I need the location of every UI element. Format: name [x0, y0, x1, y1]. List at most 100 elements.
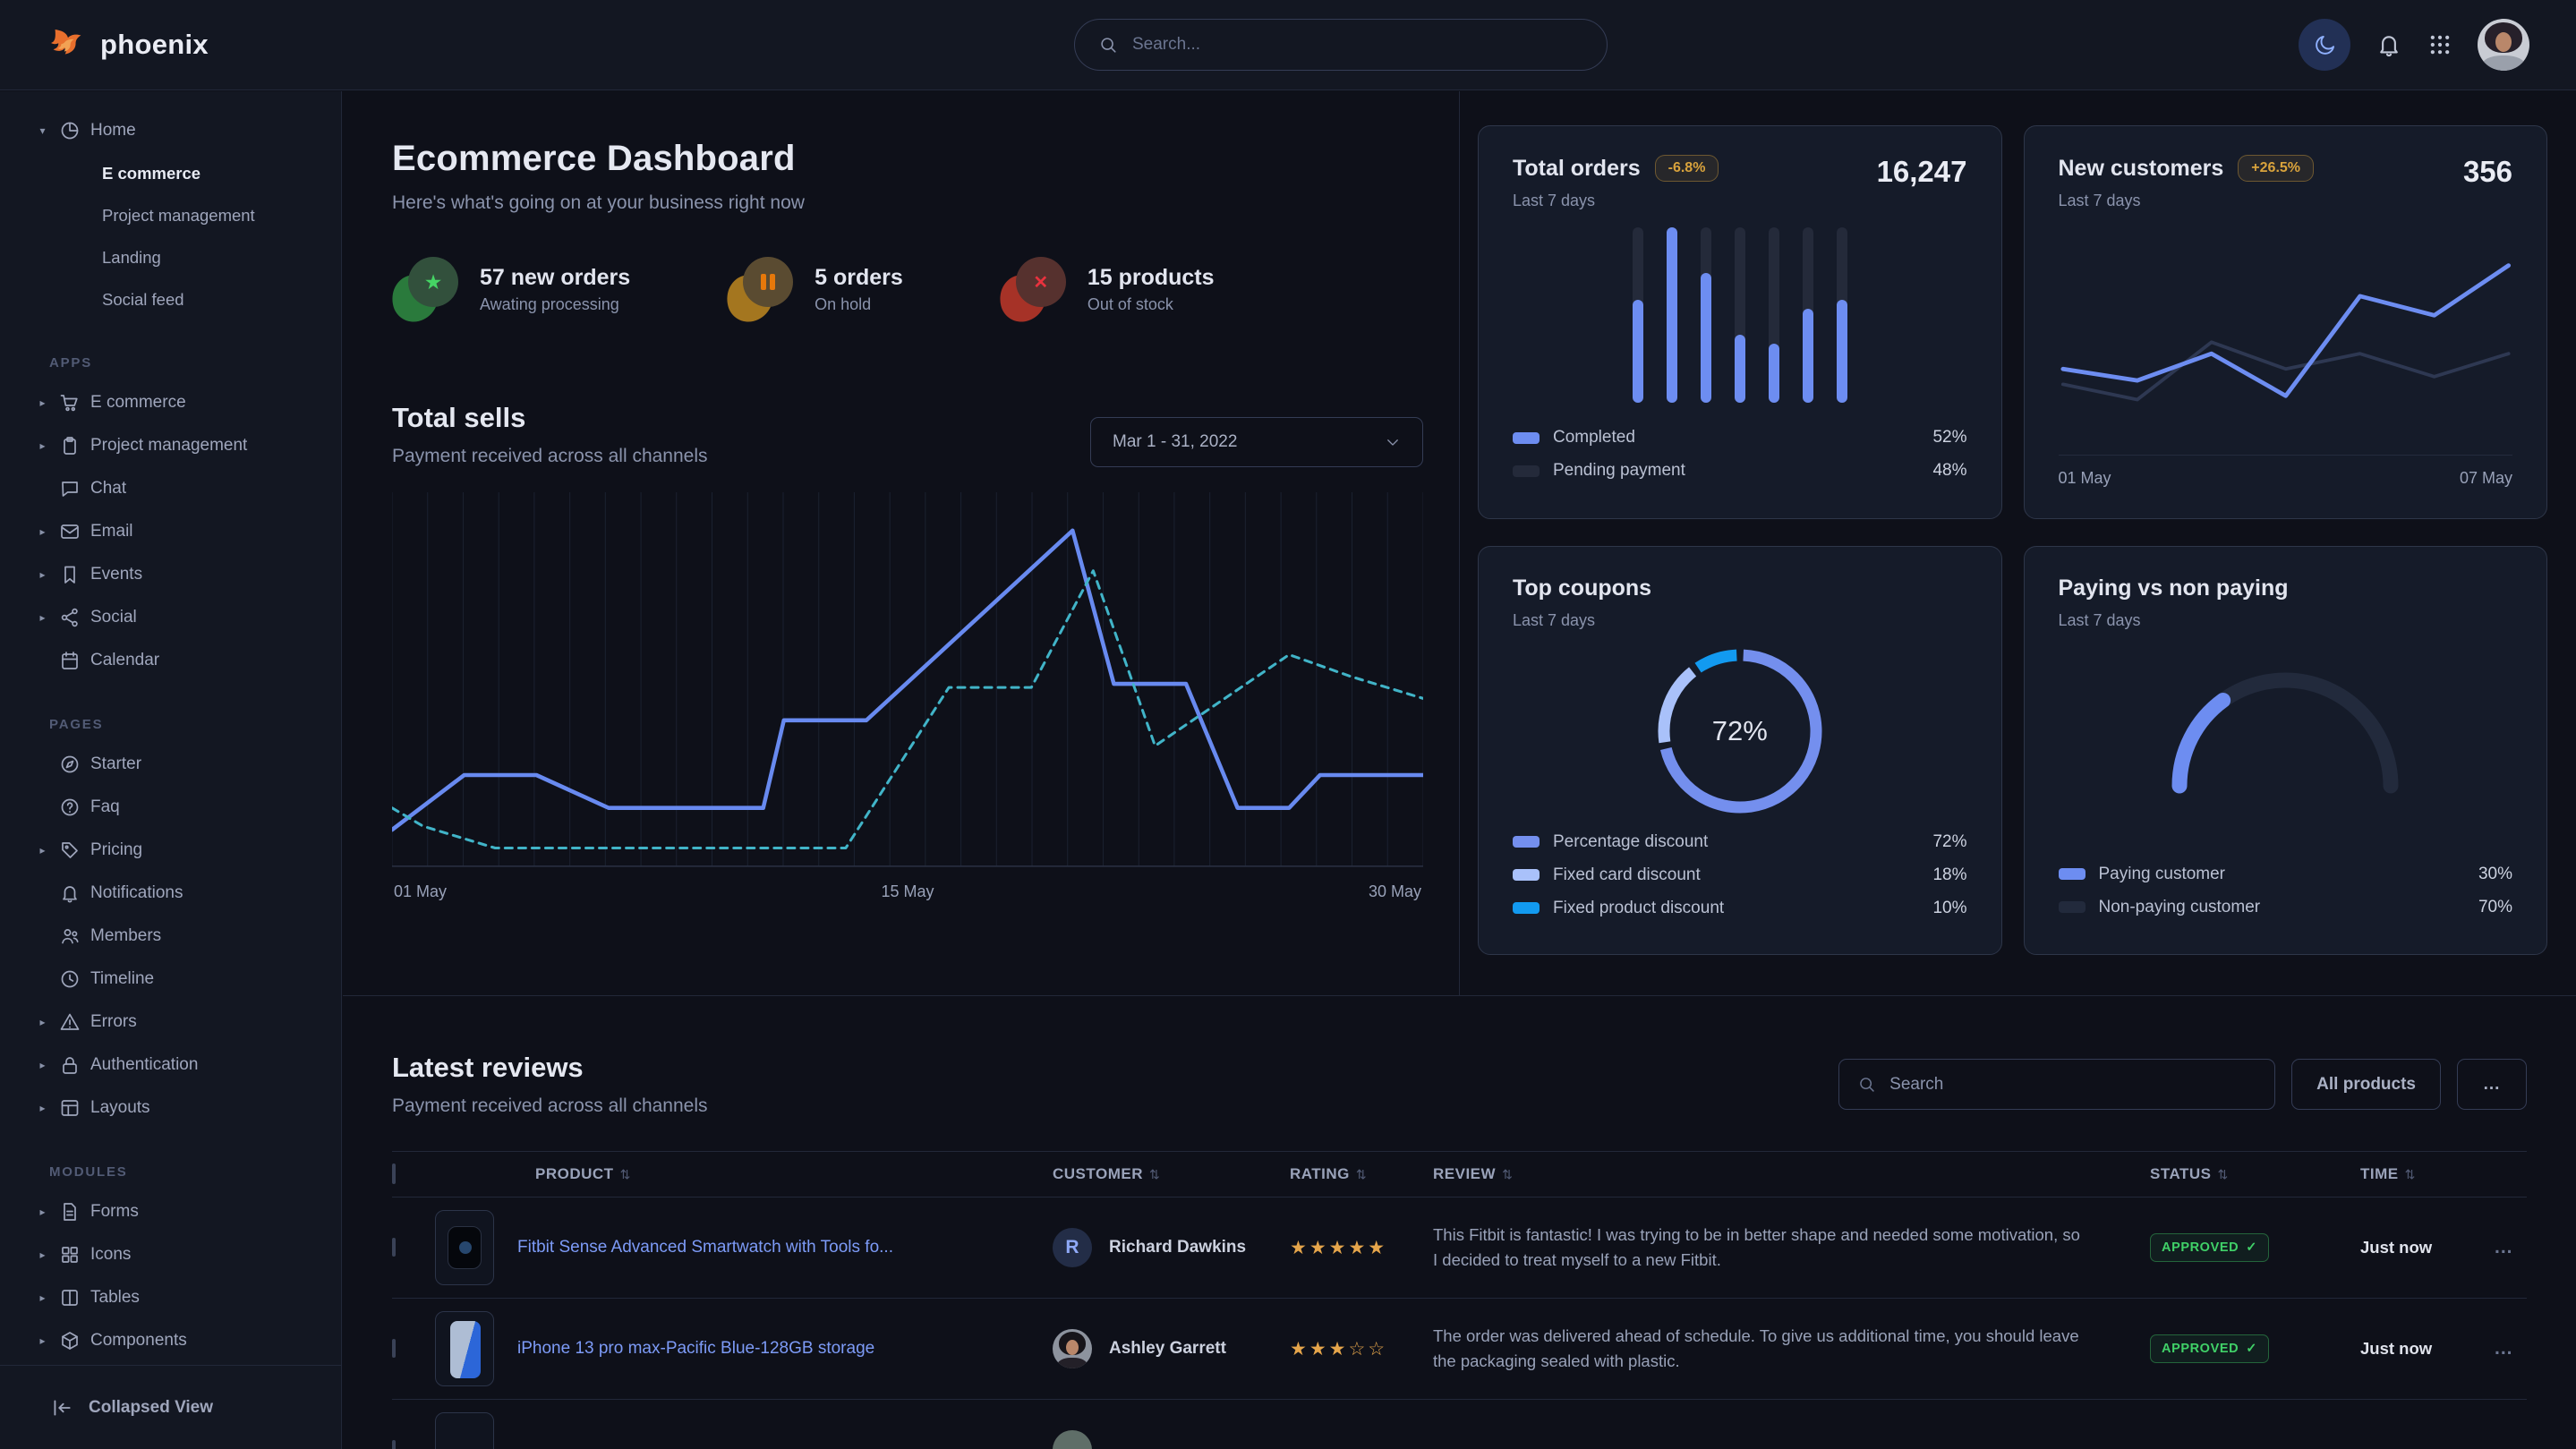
- customer-name: Richard Dawkins: [1109, 1238, 1246, 1257]
- sidebar-item-label: E commerce: [90, 393, 186, 413]
- reviews-controls: All products ...: [1838, 1059, 2527, 1110]
- sidebar-item-label: Home: [90, 121, 136, 141]
- sidebar-item-label: Pricing: [90, 840, 142, 860]
- sidebar-subitem-social-feed[interactable]: Social feed: [0, 278, 341, 320]
- select-all-checkbox[interactable]: [392, 1163, 396, 1184]
- row-more-button[interactable]: ...: [2495, 1338, 2527, 1360]
- legend-value: 30%: [2478, 865, 2512, 884]
- row-more-button[interactable]: ...: [2495, 1237, 2527, 1258]
- sidebar-item-calendar[interactable]: Calendar: [0, 639, 341, 682]
- avatar: [1053, 1329, 1092, 1368]
- row-checkbox[interactable]: [392, 1440, 396, 1449]
- pie-icon: [59, 120, 81, 141]
- status-badge: APPROVED ✓: [2150, 1233, 2269, 1262]
- collapsed-view-label: Collapsed View: [89, 1398, 213, 1418]
- reviews-more-button[interactable]: ...: [2457, 1059, 2527, 1110]
- theme-toggle-button[interactable]: [2299, 19, 2350, 71]
- total-orders-card: Total orders -6.8% Last 7 days 16,247: [1478, 125, 2002, 519]
- sidebar-item-project-management[interactable]: ▸ Project management: [0, 424, 341, 467]
- sidebar-item-icons[interactable]: ▸ Icons: [0, 1233, 341, 1276]
- column-header-rating[interactable]: RATING⇅: [1290, 1165, 1433, 1183]
- sidebar-subitem-e-commerce[interactable]: E commerce: [0, 152, 341, 194]
- sidebar-subitem-landing[interactable]: Landing: [0, 236, 341, 278]
- avatar: R: [1053, 1228, 1092, 1267]
- share-icon: [59, 607, 81, 628]
- column-header-time[interactable]: TIME⇅: [2360, 1165, 2495, 1183]
- orders-bar-chart: [1513, 219, 1967, 403]
- donut-center-label: 72%: [1651, 643, 1829, 820]
- sidebar-item-notifications[interactable]: Notifications: [0, 872, 341, 915]
- row-checkbox[interactable]: [392, 1339, 396, 1358]
- sidebar-item-layouts[interactable]: ▸ Layouts: [0, 1087, 341, 1129]
- phoenix-flame-icon: [49, 26, 87, 64]
- sidebar-item-starter[interactable]: Starter: [0, 743, 341, 786]
- search-input[interactable]: [1130, 34, 1583, 55]
- collapsed-view-toggle[interactable]: Collapsed View: [0, 1365, 341, 1449]
- column-header-product[interactable]: PRODUCT⇅: [435, 1165, 1053, 1183]
- page-title: Ecommerce Dashboard: [392, 139, 1423, 179]
- sidebar-item-members[interactable]: Members: [0, 915, 341, 958]
- sidebar-item-components[interactable]: ▸ Components: [0, 1319, 341, 1362]
- column-header-review[interactable]: REVIEW⇅: [1433, 1165, 2150, 1183]
- legend-label: Fixed card discount: [1553, 865, 1919, 885]
- lock-icon: [59, 1054, 81, 1076]
- row-checkbox[interactable]: [392, 1238, 396, 1257]
- legend-label: Completed: [1553, 428, 1919, 447]
- sidebar-item-tables[interactable]: ▸ Tables: [0, 1276, 341, 1319]
- sidebar-item-timeline[interactable]: Timeline: [0, 958, 341, 1001]
- bar-track: [1837, 227, 1847, 403]
- new-customers-card: New customers +26.5% Last 7 days 356 01 …: [2024, 125, 2548, 519]
- product-link[interactable]: Fitbit Sense Advanced Smartwatch with To…: [517, 1238, 893, 1257]
- sidebar-item-label: Email: [90, 522, 133, 541]
- quick-stat-hold: 5 orders On hold: [727, 257, 903, 321]
- column-header-customer[interactable]: CUSTOMER⇅: [1053, 1165, 1290, 1183]
- sidebar-item-errors[interactable]: ▸ Errors: [0, 1001, 341, 1044]
- column-header-status[interactable]: STATUS⇅: [2150, 1165, 2360, 1183]
- global-search[interactable]: [1074, 19, 1608, 71]
- top-coupons-card: Top coupons Last 7 days 72% Percentage d…: [1478, 546, 2002, 955]
- sidebar-item-label: Social: [90, 608, 137, 627]
- all-products-filter-button[interactable]: All products: [2291, 1059, 2441, 1110]
- date-range-select[interactable]: Mar 1 - 31, 2022: [1090, 417, 1423, 467]
- total-sells-header: Total sells Payment received across all …: [392, 402, 1423, 467]
- sidebar-item-events[interactable]: ▸ Events: [0, 553, 341, 596]
- brand-logo[interactable]: phoenix: [49, 26, 209, 64]
- stat-value: 5 orders: [815, 265, 903, 291]
- sidebar-section-label: MODULES: [0, 1153, 341, 1190]
- new-status-icon: ★: [392, 257, 460, 321]
- x-tick: 15 May: [881, 882, 934, 901]
- bar-fill: [1803, 309, 1813, 404]
- stat-caption: On hold: [815, 295, 903, 314]
- card-period: Last 7 days: [1513, 611, 1651, 630]
- legend-swatch: [2059, 868, 2086, 880]
- reviews-table: PRODUCT⇅ CUSTOMER⇅ RATING⇅ REVIEW⇅ STATU…: [392, 1151, 2527, 1449]
- sidebar-item-pricing[interactable]: ▸ Pricing: [0, 829, 341, 872]
- apps-menu-button[interactable]: [2427, 32, 2452, 57]
- bookmark-icon: [59, 564, 81, 585]
- sidebar-item-social[interactable]: ▸ Social: [0, 596, 341, 639]
- legend-label: Pending payment: [1553, 461, 1919, 481]
- bar-fill: [1667, 227, 1677, 403]
- table-row: Fitbit Sense Advanced Smartwatch with To…: [392, 1198, 2527, 1299]
- sidebar-item-faq[interactable]: Faq: [0, 786, 341, 829]
- sidebar-item-forms[interactable]: ▸ Forms: [0, 1190, 341, 1233]
- delta-badge: -6.8%: [1655, 155, 1719, 182]
- sidebar-subitem-project-management[interactable]: Project management: [0, 194, 341, 236]
- sidebar-item-label: Errors: [90, 1012, 137, 1032]
- sidebar-item-e-commerce[interactable]: ▸ E commerce: [0, 381, 341, 424]
- sidebar-item-authentication[interactable]: ▸ Authentication: [0, 1044, 341, 1087]
- sidebar-item-label: Layouts: [90, 1098, 150, 1118]
- notifications-button[interactable]: [2376, 31, 2402, 58]
- product-link[interactable]: iPhone 13 pro max-Pacific Blue-128GB sto…: [517, 1339, 874, 1359]
- reviews-search-input[interactable]: [1888, 1074, 2256, 1095]
- legend-row: Fixed card discount 18%: [1513, 858, 1967, 891]
- legend-value: 70%: [2478, 898, 2512, 917]
- bar-fill: [1735, 335, 1745, 403]
- card-title: Total orders: [1513, 156, 1641, 182]
- sidebar-item-chat[interactable]: Chat: [0, 467, 341, 510]
- sidebar-item-home[interactable]: ▾ Home: [0, 109, 341, 152]
- legend-row: Fixed product discount 10%: [1513, 891, 1967, 925]
- reviews-search[interactable]: [1838, 1059, 2275, 1110]
- sidebar-item-email[interactable]: ▸ Email: [0, 510, 341, 553]
- user-avatar[interactable]: [2478, 19, 2529, 71]
